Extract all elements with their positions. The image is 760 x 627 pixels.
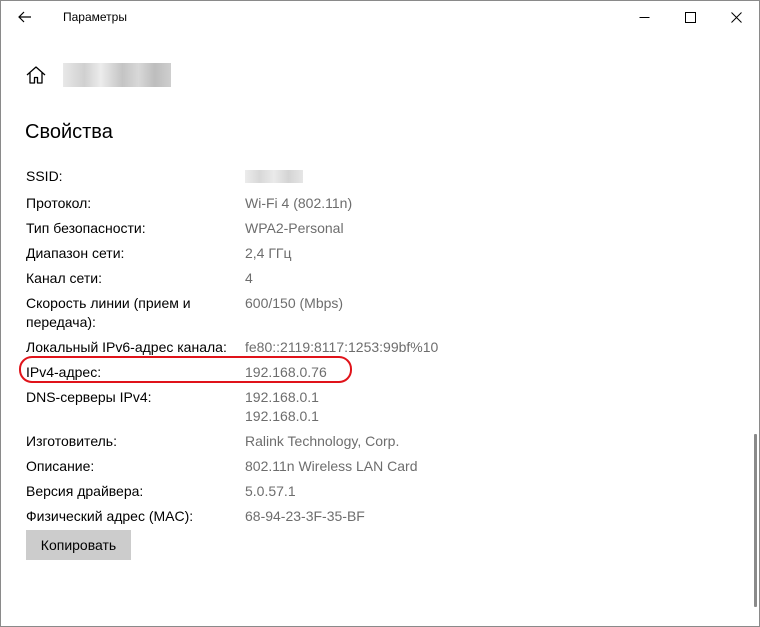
- property-row-manufacturer: Изготовитель: Ralink Technology, Corp.: [26, 432, 586, 451]
- maximize-icon: [684, 11, 696, 23]
- property-value: WPA2-Personal: [245, 220, 344, 236]
- property-row-ssid: SSID:: [26, 167, 586, 188]
- property-label: Описание:: [26, 458, 95, 474]
- property-label: Физический адрес (MAC):: [26, 508, 194, 524]
- maximize-button[interactable]: [667, 1, 713, 33]
- property-label: Протокол:: [26, 195, 92, 211]
- properties-list: SSID: Протокол: Wi-Fi 4 (802.11n) Тип бе…: [26, 167, 586, 532]
- copy-button[interactable]: Копировать: [26, 530, 131, 560]
- property-label: Скорость линии (прием и передача):: [26, 295, 191, 330]
- section-title: Свойства: [25, 121, 113, 143]
- window-title: Параметры: [63, 10, 127, 24]
- property-row-description: Описание: 802.11n Wireless LAN Card: [26, 457, 586, 476]
- dns-server-value: 192.168.0.1: [245, 408, 319, 424]
- property-value: 600/150 (Mbps): [245, 295, 344, 311]
- property-row-dns: DNS-серверы IPv4: 192.168.0.1 192.168.0.…: [26, 388, 586, 426]
- property-value: Wi-Fi 4 (802.11n): [245, 195, 353, 211]
- home-icon: [26, 66, 46, 84]
- property-label: Изготовитель:: [26, 433, 117, 449]
- network-name-redacted: [63, 63, 171, 87]
- property-label: Канал сети:: [26, 270, 102, 286]
- property-value: 68-94-23-3F-35-BF: [245, 508, 365, 524]
- title-bar: Параметры: [1, 1, 759, 33]
- property-row-link-speed: Скорость линии (прием и передача): 600/1…: [26, 294, 586, 332]
- property-row-driver-version: Версия драйвера: 5.0.57.1: [26, 482, 586, 501]
- property-row-channel: Канал сети: 4: [26, 269, 586, 288]
- home-button[interactable]: [25, 64, 47, 86]
- property-value: 5.0.57.1: [245, 483, 296, 499]
- dns-server-value: 192.168.0.1: [245, 389, 319, 405]
- property-row-mac: Физический адрес (MAC): 68-94-23-3F-35-B…: [26, 507, 586, 526]
- property-value: 4: [245, 270, 253, 286]
- property-value: 2,4 ГГц: [245, 245, 292, 261]
- property-value: fe80::2119:8117:1253:99bf%10: [245, 339, 439, 355]
- property-value: Ralink Technology, Corp.: [245, 433, 400, 449]
- property-value: 802.11n Wireless LAN Card: [245, 458, 418, 474]
- property-label: SSID:: [26, 168, 63, 184]
- minimize-icon: [639, 16, 649, 18]
- property-value: [245, 167, 303, 188]
- ssid-redacted: [245, 170, 303, 183]
- property-label: Диапазон сети:: [26, 245, 125, 261]
- close-button[interactable]: [713, 1, 759, 33]
- property-label: Версия драйвера:: [26, 483, 144, 499]
- property-row-ipv4: IPv4-адрес: 192.168.0.76: [26, 363, 586, 382]
- vertical-scrollbar[interactable]: [754, 434, 757, 607]
- property-label: Локальный IPv6-адрес канала:: [26, 339, 227, 355]
- close-icon: [730, 11, 742, 23]
- property-row-protocol: Протокол: Wi-Fi 4 (802.11n): [26, 194, 586, 213]
- property-value: 192.168.0.76: [245, 364, 327, 380]
- property-label: Тип безопасности:: [26, 220, 146, 236]
- property-row-security: Тип безопасности: WPA2-Personal: [26, 219, 586, 238]
- back-button[interactable]: [1, 1, 49, 33]
- settings-window: Параметры Свойства SSID: Протокол: Wi-Fi…: [0, 0, 760, 627]
- minimize-button[interactable]: [621, 1, 667, 33]
- property-row-ipv6: Локальный IPv6-адрес канала: fe80::2119:…: [26, 338, 586, 357]
- property-label: IPv4-адрес:: [26, 364, 102, 380]
- property-row-band: Диапазон сети: 2,4 ГГц: [26, 244, 586, 263]
- property-label: DNS-серверы IPv4:: [26, 389, 152, 405]
- property-value: 192.168.0.1 192.168.0.1: [245, 388, 319, 426]
- arrow-left-icon: [18, 11, 31, 23]
